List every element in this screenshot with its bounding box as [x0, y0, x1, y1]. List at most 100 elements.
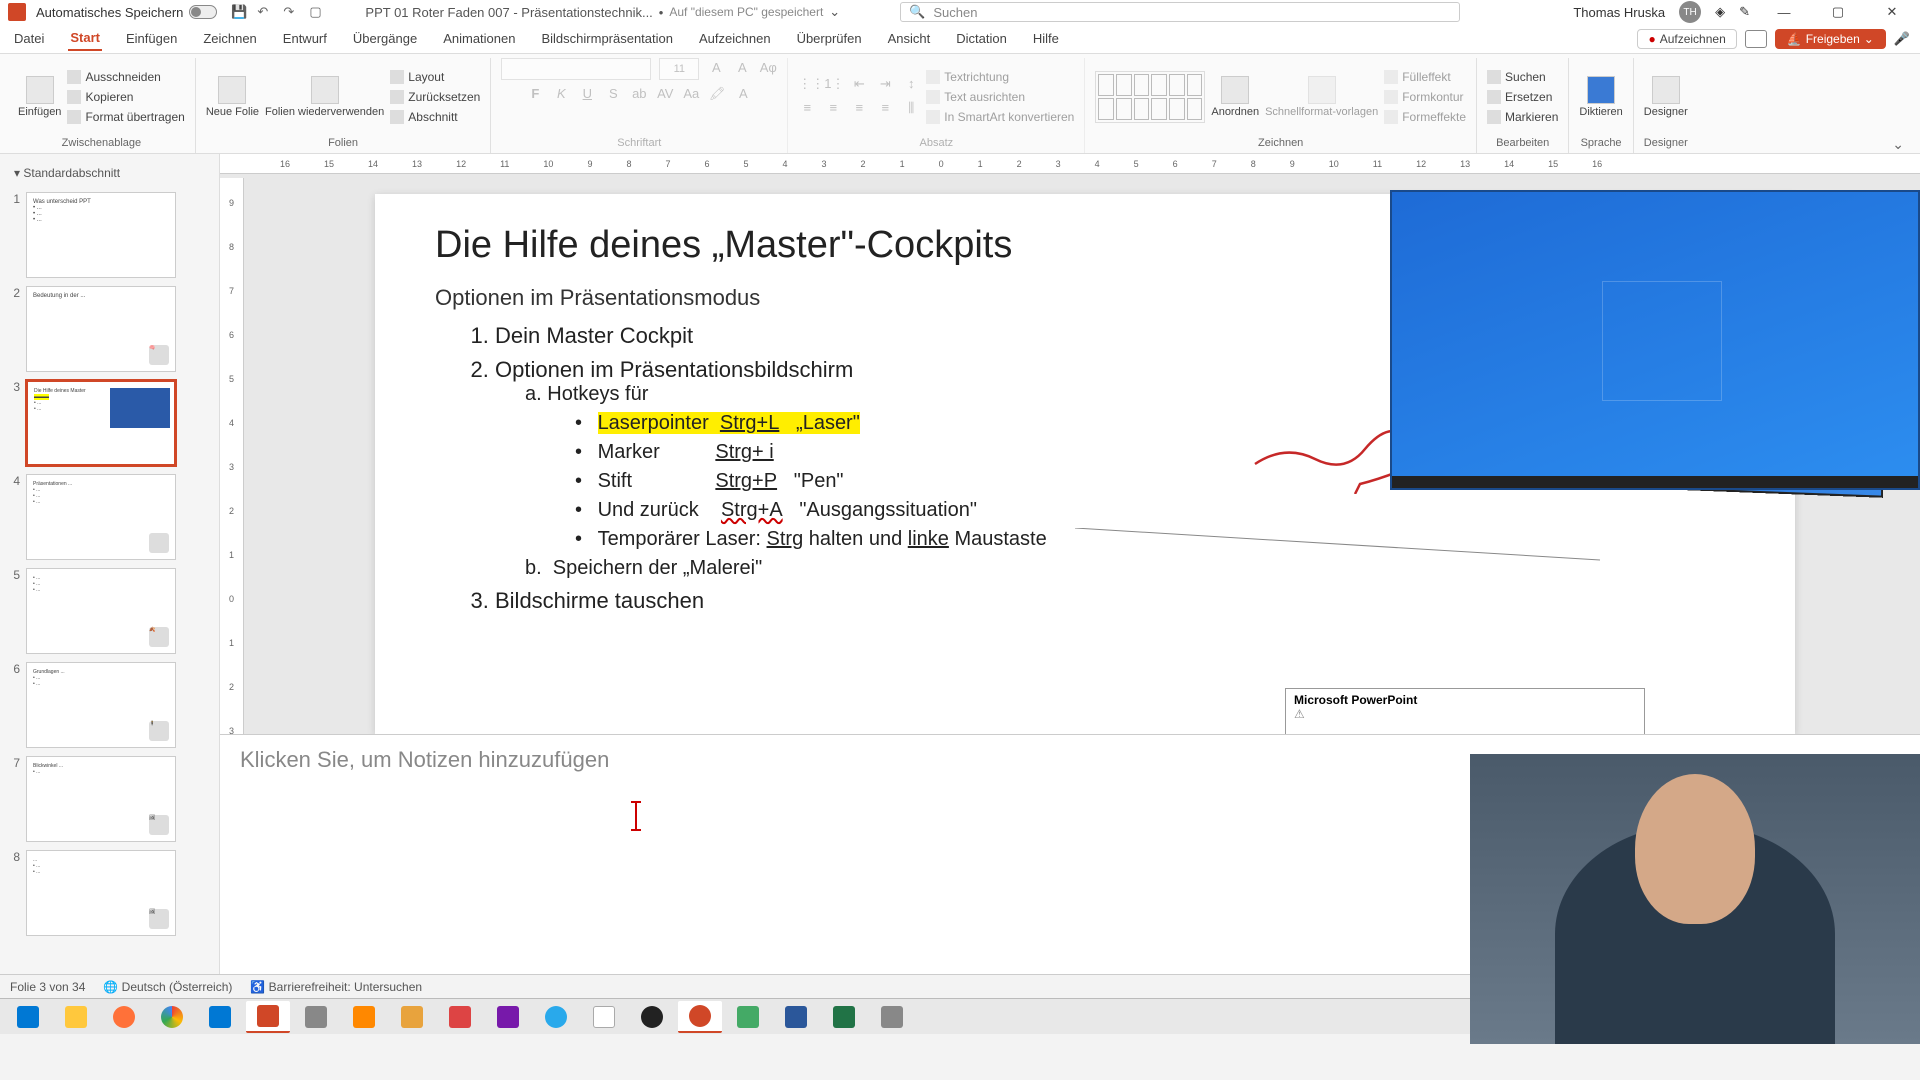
underline-button[interactable]: U	[578, 86, 596, 104]
paste-button[interactable]: Einfügen	[18, 76, 61, 118]
shape-outline-button[interactable]: Formkontur	[1384, 89, 1466, 105]
app-button-5[interactable]	[726, 1001, 770, 1033]
align-right-button[interactable]: ≡	[850, 100, 868, 118]
shrink-font-icon[interactable]: A	[733, 60, 751, 78]
share-button[interactable]: ⛵Freigeben⌄	[1775, 29, 1886, 49]
arrange-button[interactable]: Anordnen	[1211, 76, 1259, 118]
shape-effects-button[interactable]: Formeffekte	[1384, 109, 1466, 125]
accessibility-status[interactable]: ♿ Barrierefreiheit: Untersuchen	[250, 980, 422, 994]
shape-rect-icon[interactable]	[1098, 74, 1114, 96]
cut-button[interactable]: Ausschneiden	[67, 69, 184, 85]
align-left-button[interactable]: ≡	[798, 100, 816, 118]
format-painter-button[interactable]: Format übertragen	[67, 109, 184, 125]
copy-button[interactable]: Kopieren	[67, 89, 184, 105]
bullets-button[interactable]: ⋮⋮	[798, 76, 816, 94]
case-button[interactable]: Aa	[682, 86, 700, 104]
language-status[interactable]: 🌐 Deutsch (Österreich)	[103, 980, 232, 994]
recording-button[interactable]	[678, 1001, 722, 1033]
font-size-select[interactable]: 11	[659, 58, 699, 80]
highlight-color-button[interactable]: 🖍	[708, 86, 726, 104]
list-item[interactable]: Bildschirme tauschen	[495, 588, 1735, 614]
autosave-toggle[interactable]: Automatisches Speichern	[36, 5, 217, 20]
powerpoint-taskbar-button[interactable]	[246, 1001, 290, 1033]
pen-icon[interactable]: ✎	[1739, 4, 1750, 20]
thumbnail-5[interactable]: • ...• ...• ...🍂	[26, 568, 176, 654]
telegram-button[interactable]	[534, 1001, 578, 1033]
bold-button[interactable]: F	[526, 86, 544, 104]
undo-icon[interactable]: ↶	[257, 4, 273, 20]
indent-button[interactable]: ⇥	[876, 76, 894, 94]
start-button[interactable]	[6, 1001, 50, 1033]
maximize-button[interactable]: ▢	[1818, 1, 1858, 23]
tab-einfuegen[interactable]: Einfügen	[124, 27, 179, 50]
app-button-6[interactable]	[870, 1001, 914, 1033]
find-button[interactable]: Suchen	[1487, 69, 1558, 85]
firefox-button[interactable]	[102, 1001, 146, 1033]
replace-button[interactable]: Ersetzen	[1487, 89, 1558, 105]
excel-button[interactable]	[822, 1001, 866, 1033]
onenote-button[interactable]	[486, 1001, 530, 1033]
slide-thumbnails-pane[interactable]: Standardabschnitt 1Was unterscheid PPT• …	[0, 154, 220, 974]
tab-datei[interactable]: Datei	[12, 27, 46, 50]
collapse-ribbon-button[interactable]: ⌄	[1884, 136, 1912, 153]
tab-aufzeichnen[interactable]: Aufzeichnen	[697, 27, 773, 50]
italic-button[interactable]: K	[552, 86, 570, 104]
outlook-button[interactable]	[198, 1001, 242, 1033]
designer-button[interactable]: Designer	[1644, 76, 1688, 118]
columns-button[interactable]: ⫼	[902, 100, 920, 118]
chrome-button[interactable]	[150, 1001, 194, 1033]
mic-icon[interactable]: 🎤	[1894, 31, 1910, 47]
smartart-button[interactable]: In SmartArt konvertieren	[926, 109, 1074, 125]
horizontal-ruler[interactable]: 1615141312111098765432101234567891011121…	[220, 154, 1920, 174]
grow-font-icon[interactable]: A	[707, 60, 725, 78]
save-icon[interactable]: 💾	[231, 4, 247, 20]
thumbnail-2[interactable]: Bedeutung in der ...🧠	[26, 286, 176, 372]
tab-entwurf[interactable]: Entwurf	[281, 27, 329, 50]
search-input[interactable]: 🔍 Suchen	[900, 2, 1460, 22]
present-icon[interactable]: ▢	[309, 4, 325, 20]
tab-animationen[interactable]: Animationen	[441, 27, 517, 50]
spacing-button[interactable]: AV	[656, 86, 674, 104]
diamond-icon[interactable]: ◈	[1715, 4, 1725, 20]
section-header[interactable]: Standardabschnitt	[4, 162, 215, 184]
thumbnail-4[interactable]: Präsentationen ...• ...• ...• ...	[26, 474, 176, 560]
layout-button[interactable]: Layout	[390, 69, 480, 85]
numbering-button[interactable]: 1⋮	[824, 76, 842, 94]
app-button[interactable]	[294, 1001, 338, 1033]
shapes-gallery[interactable]	[1095, 71, 1205, 123]
tab-start[interactable]: Start	[68, 26, 102, 51]
tab-zeichnen[interactable]: Zeichnen	[201, 27, 258, 50]
thumbnail-6[interactable]: Grundlagen ...• ...• ...🕴	[26, 662, 176, 748]
shadow-button[interactable]: ab	[630, 86, 648, 104]
word-button[interactable]	[774, 1001, 818, 1033]
app-button-4[interactable]	[582, 1001, 626, 1033]
justify-button[interactable]: ≡	[876, 100, 894, 118]
reuse-slides-button[interactable]: Folien wiederverwenden	[265, 76, 384, 118]
avatar[interactable]: TH	[1679, 1, 1701, 23]
powerpoint-dialog[interactable]: Microsoft PowerPoint ⚠	[1285, 688, 1645, 738]
tab-uebergaenge[interactable]: Übergänge	[351, 27, 419, 50]
strike-button[interactable]: S	[604, 86, 622, 104]
toggle-icon[interactable]	[189, 5, 217, 19]
quick-styles-button[interactable]: Schnellformat-vorlagen	[1265, 76, 1378, 118]
outdent-button[interactable]: ⇤	[850, 76, 868, 94]
minimize-button[interactable]: —	[1764, 1, 1804, 23]
font-family-select[interactable]	[501, 58, 651, 80]
new-slide-button[interactable]: Neue Folie	[206, 76, 259, 118]
app-button-2[interactable]	[390, 1001, 434, 1033]
file-explorer-button[interactable]	[54, 1001, 98, 1033]
font-color-button[interactable]: A	[734, 86, 752, 104]
document-title[interactable]: PPT 01 Roter Faden 007 - Präsentationste…	[365, 4, 840, 20]
text-direction-button[interactable]: Textrichtung	[926, 69, 1074, 85]
redo-icon[interactable]: ↷	[283, 4, 299, 20]
tab-ueberpruefen[interactable]: Überprüfen	[795, 27, 864, 50]
tab-bildschirmpraesentation[interactable]: Bildschirmpräsentation	[539, 27, 675, 50]
tab-hilfe[interactable]: Hilfe	[1031, 27, 1061, 50]
section-button[interactable]: Abschnitt	[390, 109, 480, 125]
vlc-button[interactable]	[342, 1001, 386, 1033]
shape-fill-button[interactable]: Fülleffekt	[1384, 69, 1466, 85]
align-center-button[interactable]: ≡	[824, 100, 842, 118]
select-button[interactable]: Markieren	[1487, 109, 1558, 125]
user-name[interactable]: Thomas Hruska	[1573, 5, 1665, 20]
close-button[interactable]: ✕	[1872, 1, 1912, 23]
